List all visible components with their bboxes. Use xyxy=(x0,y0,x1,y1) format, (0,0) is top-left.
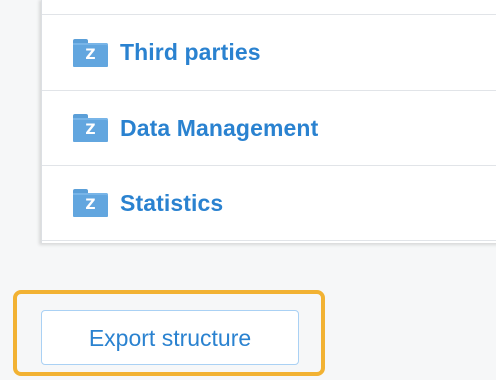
tree-item-statistics[interactable]: Z Statistics xyxy=(42,165,496,241)
folder-letter: Z xyxy=(85,122,96,138)
tree-item-third-parties[interactable]: Z Third parties xyxy=(42,14,496,90)
tree-item-label[interactable]: Data Management xyxy=(120,115,318,142)
folder-icon: Z xyxy=(73,114,108,142)
export-structure-button[interactable]: Export structure xyxy=(41,310,299,365)
structure-tree-list: Z Third parties Z Data Management Z Stat… xyxy=(42,14,496,241)
folder-icon: Z xyxy=(73,189,108,217)
tree-item-data-management[interactable]: Z Data Management xyxy=(42,90,496,165)
tree-item-label[interactable]: Third parties xyxy=(120,39,261,66)
folder-letter: Z xyxy=(85,197,96,213)
tree-item-label[interactable]: Statistics xyxy=(120,190,223,217)
structure-tree-panel: Z Third parties Z Data Management Z Stat… xyxy=(41,0,496,243)
folder-letter: Z xyxy=(85,46,96,63)
folder-icon: Z xyxy=(73,38,108,67)
